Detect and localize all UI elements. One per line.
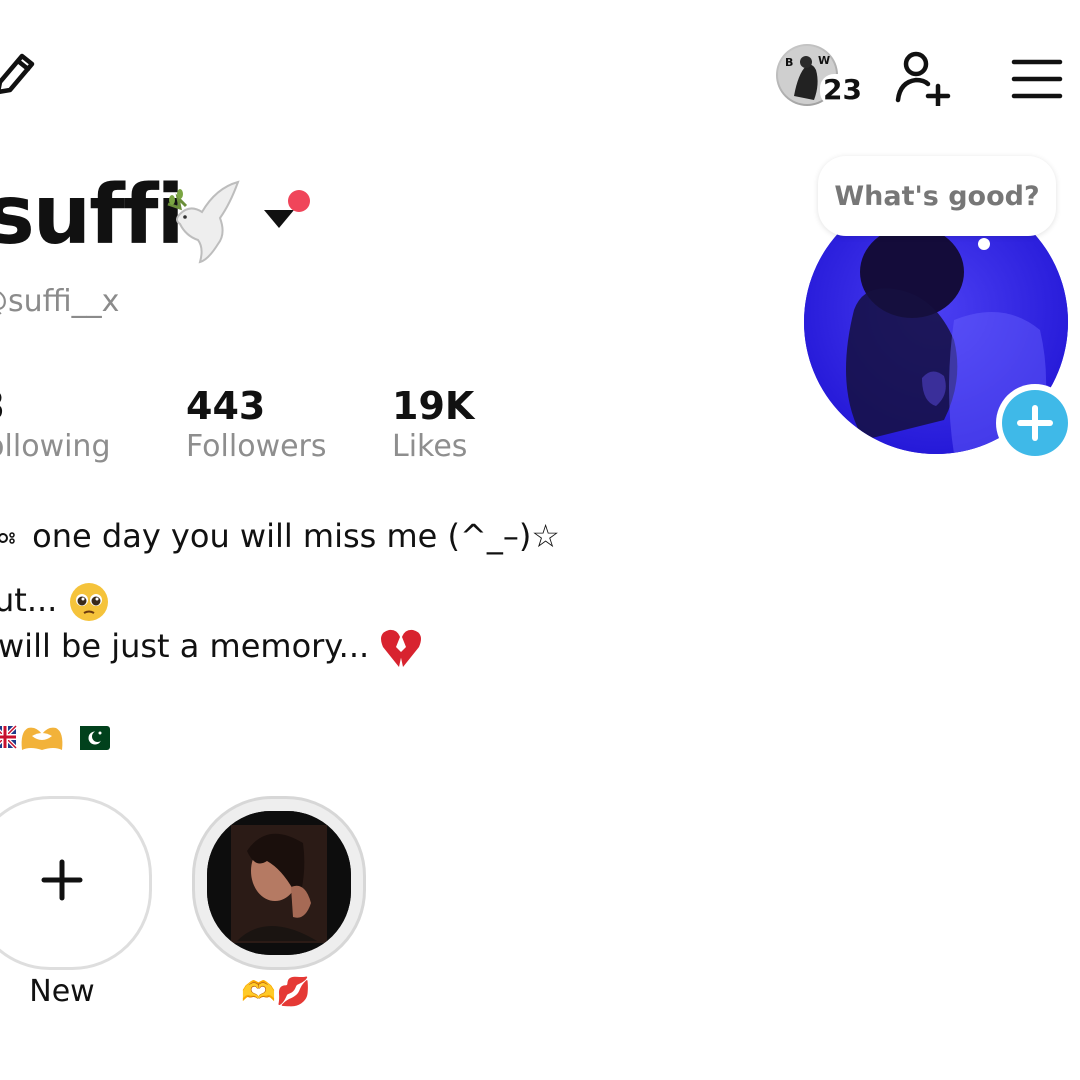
- bio-line-2: ut...: [0, 578, 110, 623]
- bio-line-1: one day you will miss me (^_–)☆: [0, 514, 560, 558]
- display-name: suffi: [0, 168, 185, 263]
- stat-value-following[interactable]: 8: [0, 384, 4, 428]
- link-icon: [0, 532, 15, 544]
- status-bubble[interactable]: What's good?: [818, 156, 1056, 236]
- highlight-story-thumbnail: [207, 811, 351, 955]
- stat-value-followers[interactable]: 443: [186, 384, 265, 428]
- uk-flag-icon: [0, 724, 18, 750]
- pakistan-flag-icon: [70, 726, 110, 750]
- plus-icon: [41, 859, 83, 901]
- heart-hands-icon: [21, 727, 63, 750]
- highlight-label-story[interactable]: 🫶💋: [226, 972, 326, 1012]
- dove-icon: [167, 180, 240, 264]
- add-person-icon[interactable]: [892, 50, 954, 106]
- bio-flags: [0, 720, 118, 756]
- bio-text-1: one day you will miss me (^_–)☆: [32, 517, 560, 555]
- bio-text-2: ut...: [0, 581, 58, 619]
- pleading-face-icon: [69, 583, 108, 621]
- stat-label-likes[interactable]: Likes: [392, 428, 467, 466]
- notification-dot: [288, 190, 310, 212]
- svg-text:B: B: [785, 56, 793, 69]
- plus-icon: [1002, 390, 1068, 456]
- broken-heart-icon: [381, 629, 422, 667]
- stat-label-followers[interactable]: Followers: [186, 428, 327, 466]
- add-photo-button[interactable]: [996, 384, 1074, 462]
- hamburger-menu-icon[interactable]: [1010, 58, 1064, 100]
- highlight-label-new[interactable]: New: [0, 972, 124, 1012]
- bubble-tail: [978, 238, 990, 250]
- notification-badge[interactable]: B W 23: [776, 44, 866, 110]
- bio-text-3: will be just a memory...: [0, 627, 370, 665]
- pencil-icon[interactable]: [0, 48, 38, 102]
- badge-count: 23: [820, 74, 865, 106]
- profile-screen: B W 23 suffi @suffi__x: [0, 0, 1080, 1080]
- stat-value-likes[interactable]: 19K: [392, 384, 474, 428]
- highlight-story[interactable]: [192, 796, 366, 970]
- stat-label-following[interactable]: Following: [0, 428, 111, 466]
- svg-text:W: W: [818, 54, 830, 67]
- profile-handle: @suffi__x: [0, 284, 120, 319]
- bio-line-3: will be just a memory...: [0, 624, 423, 669]
- status-bubble-text: What's good?: [834, 180, 1040, 212]
